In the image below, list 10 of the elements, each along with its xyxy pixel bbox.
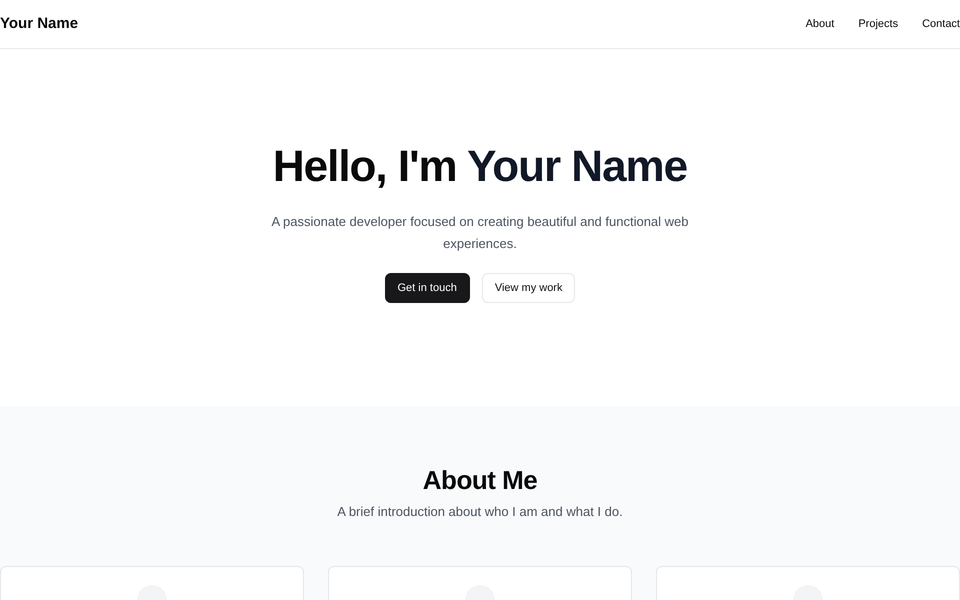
work-button[interactable]: View my work [482, 273, 576, 303]
nav-link[interactable]: Projects [858, 16, 898, 32]
about-heading: About Me [422, 464, 538, 496]
about-description: A brief introduction about who I am and what I do. [337, 503, 623, 521]
brand-link[interactable]: Your Name [0, 12, 78, 36]
contact-button[interactable]: Get in touch [384, 273, 470, 303]
hero-description: A passionate developer focused on creating beautiful and functional web experiences. [270, 213, 690, 253]
hero-heading: Hello, I'm Your Name [272, 143, 688, 191]
nav-link[interactable]: About [806, 16, 834, 32]
nav-link[interactable]: Contact [922, 16, 960, 32]
